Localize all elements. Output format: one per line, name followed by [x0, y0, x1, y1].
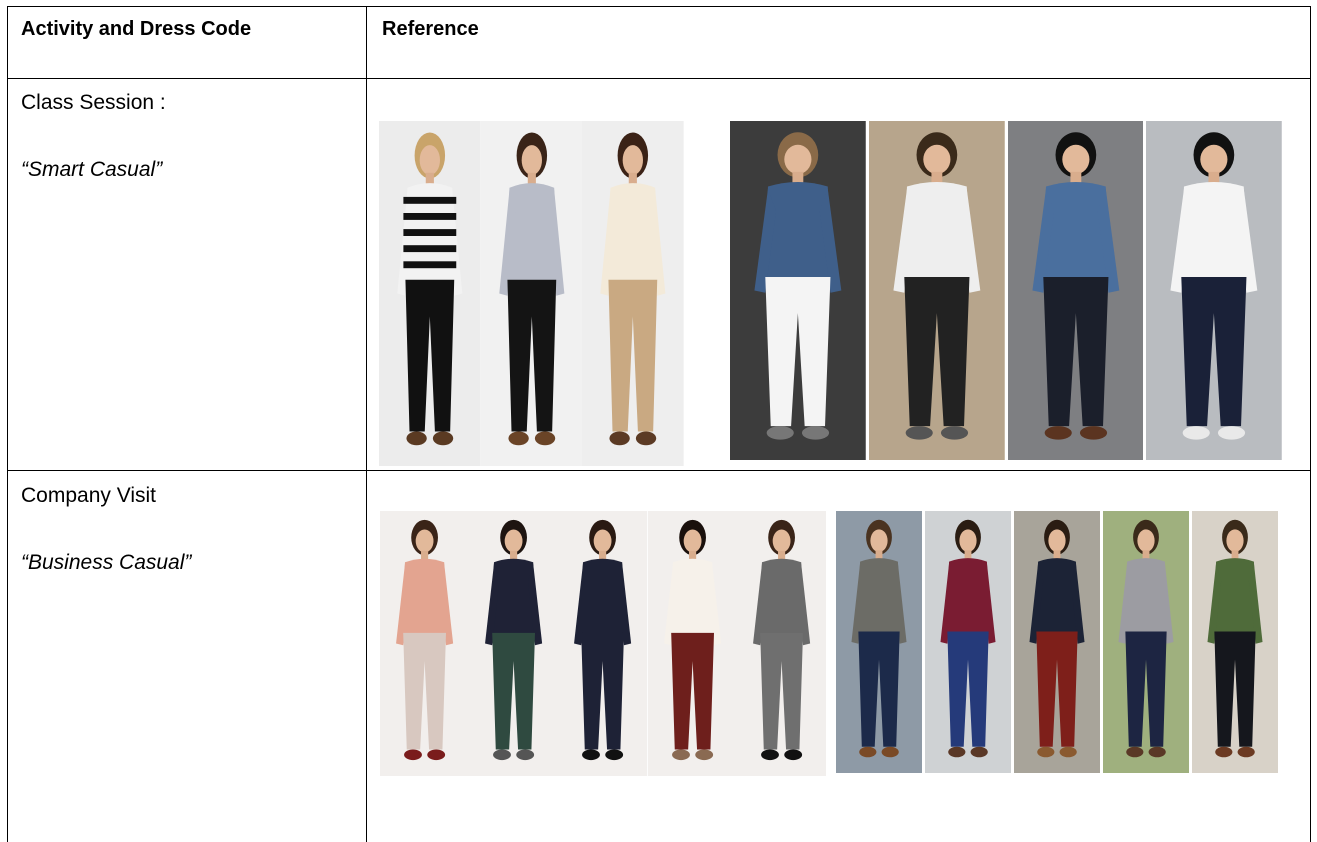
business-casual-men-photo [836, 511, 1278, 773]
smart-casual-men-photo [730, 121, 1282, 460]
grey-blazer-man [836, 511, 922, 773]
business-casual-women-photo [380, 511, 826, 776]
table-border-mid [366, 6, 367, 842]
green-sweater-man [1192, 511, 1278, 773]
denim-beanie-man [1007, 121, 1144, 460]
smart-casual-women-photo [379, 121, 684, 466]
navy-coat-man [1014, 511, 1100, 773]
navy-leather-skirt-woman [469, 511, 559, 776]
grey-suit-woman [736, 511, 826, 776]
header-activity: Activity and Dress Code [21, 18, 252, 40]
blouse-khaki-woman [582, 121, 684, 466]
grey-sweater-man [1103, 511, 1189, 773]
row2-activity: Company Visit [21, 484, 157, 507]
white-shirt-hat-man [1146, 121, 1282, 460]
table-border-right [1310, 6, 1311, 842]
table-border-left [7, 6, 8, 842]
white-shirt-man [868, 121, 1005, 460]
header-reference: Reference [382, 18, 479, 40]
navy-dress-woman [558, 511, 648, 776]
burgundy-sweater-man [925, 511, 1011, 773]
table-border-header [7, 78, 1311, 79]
striped-top-woman [379, 121, 481, 466]
table-border-row1 [7, 470, 1311, 471]
denim-shirt-man [730, 121, 866, 460]
row1-activity: Class Session : [21, 91, 166, 114]
table-border-top [7, 6, 1311, 7]
row2-dress-code: “Business Casual” [21, 551, 192, 574]
plaid-shirt-woman [480, 121, 583, 466]
row1-dress-code: “Smart Casual” [21, 158, 163, 181]
burgundy-trousers-woman [647, 511, 737, 776]
pink-sweater-woman [380, 511, 470, 776]
